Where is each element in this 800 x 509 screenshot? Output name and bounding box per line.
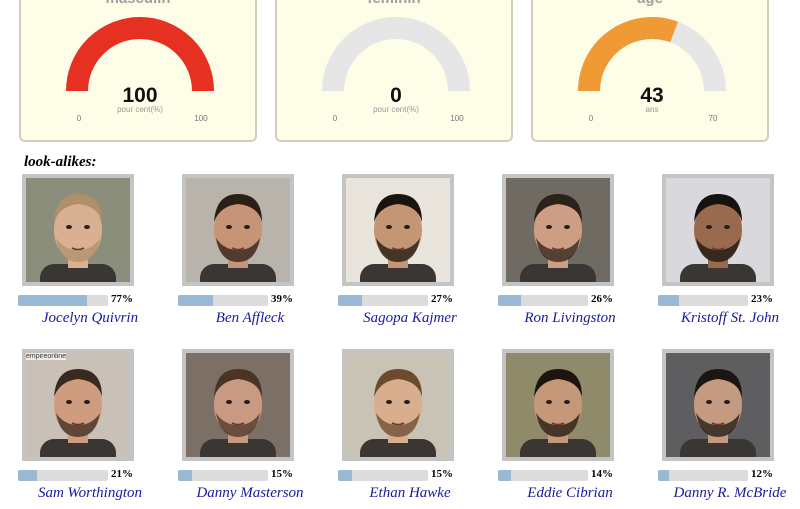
gauge-track	[322, 17, 470, 92]
similarity-bar-fill	[498, 470, 511, 481]
portrait-photo[interactable]	[502, 349, 614, 461]
similarity-bar	[178, 295, 268, 306]
lookalike-name-link[interactable]: Danny R. McBride	[620, 485, 800, 502]
similarity-percent: 21%	[111, 468, 133, 480]
similarity-bar	[498, 470, 588, 481]
gauge-min: 0	[333, 114, 338, 123]
similarity-bar	[338, 295, 428, 306]
similarity-bar	[18, 295, 108, 306]
gauge-unit: ans	[646, 105, 659, 114]
gauge-unit: pour cent(%)	[373, 105, 419, 114]
gauge-min: 0	[589, 114, 594, 123]
similarity-percent: 12%	[751, 468, 773, 480]
portrait-photo[interactable]	[342, 174, 454, 286]
similarity-percent: 26%	[591, 293, 613, 305]
similarity-bar-fill	[18, 295, 88, 306]
lookalike-card[interactable]: 12% Danny R. McBride	[658, 349, 800, 509]
similarity-percent: 77%	[111, 293, 133, 305]
similarity-percent: 27%	[431, 293, 453, 305]
lookalikes-heading: look-alikes:	[24, 154, 97, 170]
gauge-chart-feminin: 0 pour cent(%) 0 100	[322, 17, 470, 123]
similarity-bar	[658, 470, 748, 481]
similarity-bar-fill	[338, 470, 352, 481]
portrait-photo[interactable]	[662, 349, 774, 461]
similarity-bar	[18, 470, 108, 481]
gauge-card-age: âge 43 ans 0 70	[531, 0, 769, 142]
similarity-bar-fill	[18, 470, 37, 481]
similarity-bar-fill	[658, 295, 679, 306]
gauge-max: 100	[194, 114, 208, 123]
similarity-bar-fill	[658, 470, 669, 481]
similarity-bar	[178, 470, 268, 481]
gauge-fill	[578, 17, 678, 92]
similarity-bar-fill	[178, 295, 214, 306]
similarity-bar	[658, 295, 748, 306]
gauge-min: 0	[77, 114, 82, 123]
gauge-chart-age: 43 ans 0 70	[578, 17, 726, 123]
similarity-percent: 39%	[271, 293, 293, 305]
gauge-value: 43	[640, 84, 663, 107]
gauge-card-feminin: féminin 0 pour cent(%) 0 100	[275, 0, 513, 142]
photo-watermark: empireonline	[26, 353, 67, 360]
gauge-unit: pour cent(%)	[117, 105, 163, 114]
gauge-max: 70	[709, 114, 718, 123]
portrait-photo[interactable]	[22, 174, 134, 286]
gauge-fill	[66, 17, 214, 92]
similarity-bar-fill	[338, 295, 363, 306]
lookalike-name-link[interactable]: Kristoff St. John	[620, 310, 800, 327]
similarity-bar	[498, 295, 588, 306]
gauge-value: 100	[122, 84, 157, 107]
portrait-photo[interactable]: empireonline	[22, 349, 134, 461]
gauge-value: 0	[390, 84, 402, 107]
gauge-card-masculin: masculin 100 pour cent(%) 0 100	[19, 0, 257, 142]
similarity-percent: 15%	[271, 468, 293, 480]
portrait-photo[interactable]	[662, 174, 774, 286]
lookalike-card[interactable]: 23% Kristoff St. John	[658, 174, 800, 334]
gauge-chart-masculin: 100 pour cent(%) 0 100	[66, 17, 214, 123]
similarity-percent: 23%	[751, 293, 773, 305]
portrait-photo[interactable]	[502, 174, 614, 286]
similarity-bar-fill	[178, 470, 192, 481]
gauge-max: 100	[450, 114, 464, 123]
similarity-percent: 15%	[431, 468, 453, 480]
similarity-bar-fill	[498, 295, 522, 306]
similarity-percent: 14%	[591, 468, 613, 480]
portrait-photo[interactable]	[182, 349, 294, 461]
portrait-photo[interactable]	[182, 174, 294, 286]
similarity-bar	[338, 470, 428, 481]
portrait-photo[interactable]	[342, 349, 454, 461]
